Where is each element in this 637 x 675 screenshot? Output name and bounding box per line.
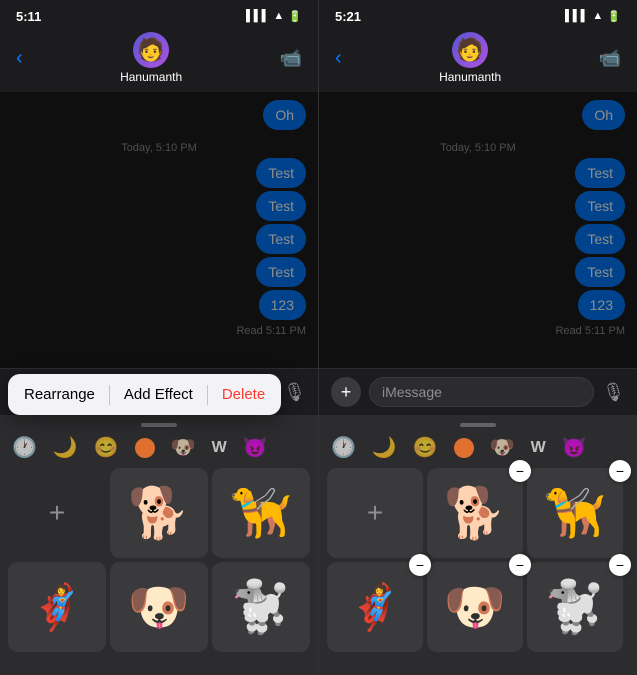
chat-header-left: ‹ 🧑 Hanumanth 📹 [0,28,318,92]
messages-area-right: Oh Today, 5:10 PM Test Test Test Test 12… [319,92,637,368]
remove-purple-right[interactable]: − [409,554,431,576]
sticker-dog3-right[interactable]: 🐶 [427,562,523,652]
rearrange-button[interactable]: Rearrange [10,378,109,411]
sticker-dog3-left[interactable]: 🐶 [110,562,208,652]
back-button-right[interactable]: ‹ [335,47,342,70]
sticker-grid-left: + 🐕 🦮 🦸‍♀️ 🐶 🐩 [0,468,318,652]
status-bar-right: 5:21 ▌▌▌ ▲ 🔋 [319,0,637,28]
tab-dog-right[interactable]: 🐶 [490,435,515,460]
remove-dog1-right[interactable]: − [509,460,531,482]
contact-name-right: Hanumanth [439,70,501,84]
sticker-panel-right: 🕐 🌙 😊 🐶 W 😈 + 🐕 − [319,415,637,675]
sticker-dog1-right[interactable]: 🐕 [427,468,523,558]
add-effect-button[interactable]: Add Effect [110,378,207,411]
sticker-dog1-container-right: 🐕 − [427,468,523,558]
overlay-right [319,92,637,368]
tab-orange-left[interactable] [135,438,155,458]
time-right: 5:21 [335,9,361,24]
sticker-dog3-container-right: 🐶 − [427,562,523,652]
context-menu: Rearrange Add Effect Delete [8,374,281,415]
tab-recent-right[interactable]: 🕐 [331,435,356,460]
input-bar-right: + iMessage 🎙 [319,368,637,415]
sticker-dog2-left[interactable]: 🦮 [212,468,310,558]
sticker-dog4-left[interactable]: 🐩 [212,562,310,652]
status-icons-right: ▌▌▌ ▲ 🔋 [565,10,621,23]
add-sticker-right[interactable]: + [327,468,423,558]
message-input-right[interactable]: iMessage [369,377,594,407]
wifi-icon-right: ▲ [592,10,603,22]
mic-button-left[interactable]: 🎙 [283,382,306,403]
tab-moon-left[interactable]: 🌙 [53,435,78,460]
sticker-dog1-left[interactable]: 🐕 [110,468,208,558]
signal-icon: ▌▌▌ [246,10,269,22]
signal-icon-right: ▌▌▌ [565,10,588,22]
contact-info-right[interactable]: 🧑 Hanumanth [439,32,501,84]
sticker-dog2-container-right: 🦮 − [527,468,623,558]
remove-dog4-right[interactable]: − [609,554,631,576]
tab-w-right[interactable]: W [531,439,546,457]
contact-name-left: Hanumanth [120,70,182,84]
wifi-icon: ▲ [273,10,284,22]
sticker-tabs-left: 🕐 🌙 😊 🐶 W 😈 [0,435,318,460]
video-button-right[interactable]: 📹 [599,48,621,69]
tab-devil-right[interactable]: 😈 [562,435,587,460]
tab-emoji-right[interactable]: 😊 [413,435,438,460]
avatar-left: 🧑 [133,32,169,68]
add-sticker-left[interactable]: + [8,468,106,558]
add-button-right[interactable]: + [331,377,361,407]
sticker-dog2-right[interactable]: 🦮 [527,468,623,558]
tab-w-left[interactable]: W [212,439,227,457]
tab-recent-left[interactable]: 🕐 [12,435,37,460]
tab-moon-right[interactable]: 🌙 [372,435,397,460]
remove-dog3-right[interactable]: − [509,554,531,576]
sticker-purple-container-right: 🦸‍♀️ − [327,562,423,652]
avatar-right: 🧑 [452,32,488,68]
contact-info-left[interactable]: 🧑 Hanumanth [120,32,182,84]
delete-button[interactable]: Delete [208,378,279,411]
sticker-grid-right: + 🐕 − 🦮 − 🦸 [319,468,637,652]
battery-icon-right: 🔋 [607,10,621,23]
sticker-panel-left: 🕐 🌙 😊 🐶 W 😈 + 🐕 🦮 🦸‍♀️ 🐶 [0,415,318,675]
remove-dog2-right[interactable]: − [609,460,631,482]
tab-dog-left[interactable]: 🐶 [171,435,196,460]
sticker-dog4-right[interactable]: 🐩 [527,562,623,652]
tab-orange-right[interactable] [454,438,474,458]
mic-button-right[interactable]: 🎙 [602,382,625,403]
sticker-tabs-right: 🕐 🌙 😊 🐶 W 😈 [319,435,637,460]
back-button-left[interactable]: ‹ [16,47,23,70]
battery-icon: 🔋 [288,10,302,23]
sticker-purple1-left[interactable]: 🦸‍♀️ [8,562,106,652]
tab-emoji-left[interactable]: 😊 [94,435,119,460]
time-left: 5:11 [16,9,41,24]
sticker-dog4-container-right: 🐩 − [527,562,623,652]
left-phone-panel: 5:11 ▌▌▌ ▲ 🔋 ‹ 🧑 Hanumanth 📹 Oh Today, 5… [0,0,318,675]
right-phone-panel: 5:21 ▌▌▌ ▲ 🔋 ‹ 🧑 Hanumanth 📹 Oh Today, 5… [319,0,637,675]
tab-devil-left[interactable]: 😈 [243,435,268,460]
overlay-left [0,92,318,368]
chat-header-right: ‹ 🧑 Hanumanth 📹 [319,28,637,92]
sticker-purple-right[interactable]: 🦸‍♀️ [327,562,423,652]
messages-area-left: Oh Today, 5:10 PM Test Test Test Test 12… [0,92,318,368]
status-icons-left: ▌▌▌ ▲ 🔋 [246,10,302,23]
panel-handle-left [141,423,177,427]
sticker-row2-right: 🦸‍♀️ − 🐶 − 🐩 − [327,562,629,652]
panel-handle-right [460,423,496,427]
sticker-row1-right: + 🐕 − 🦮 − [327,468,629,558]
video-button-left[interactable]: 📹 [280,48,302,69]
status-bar-left: 5:11 ▌▌▌ ▲ 🔋 [0,0,318,28]
